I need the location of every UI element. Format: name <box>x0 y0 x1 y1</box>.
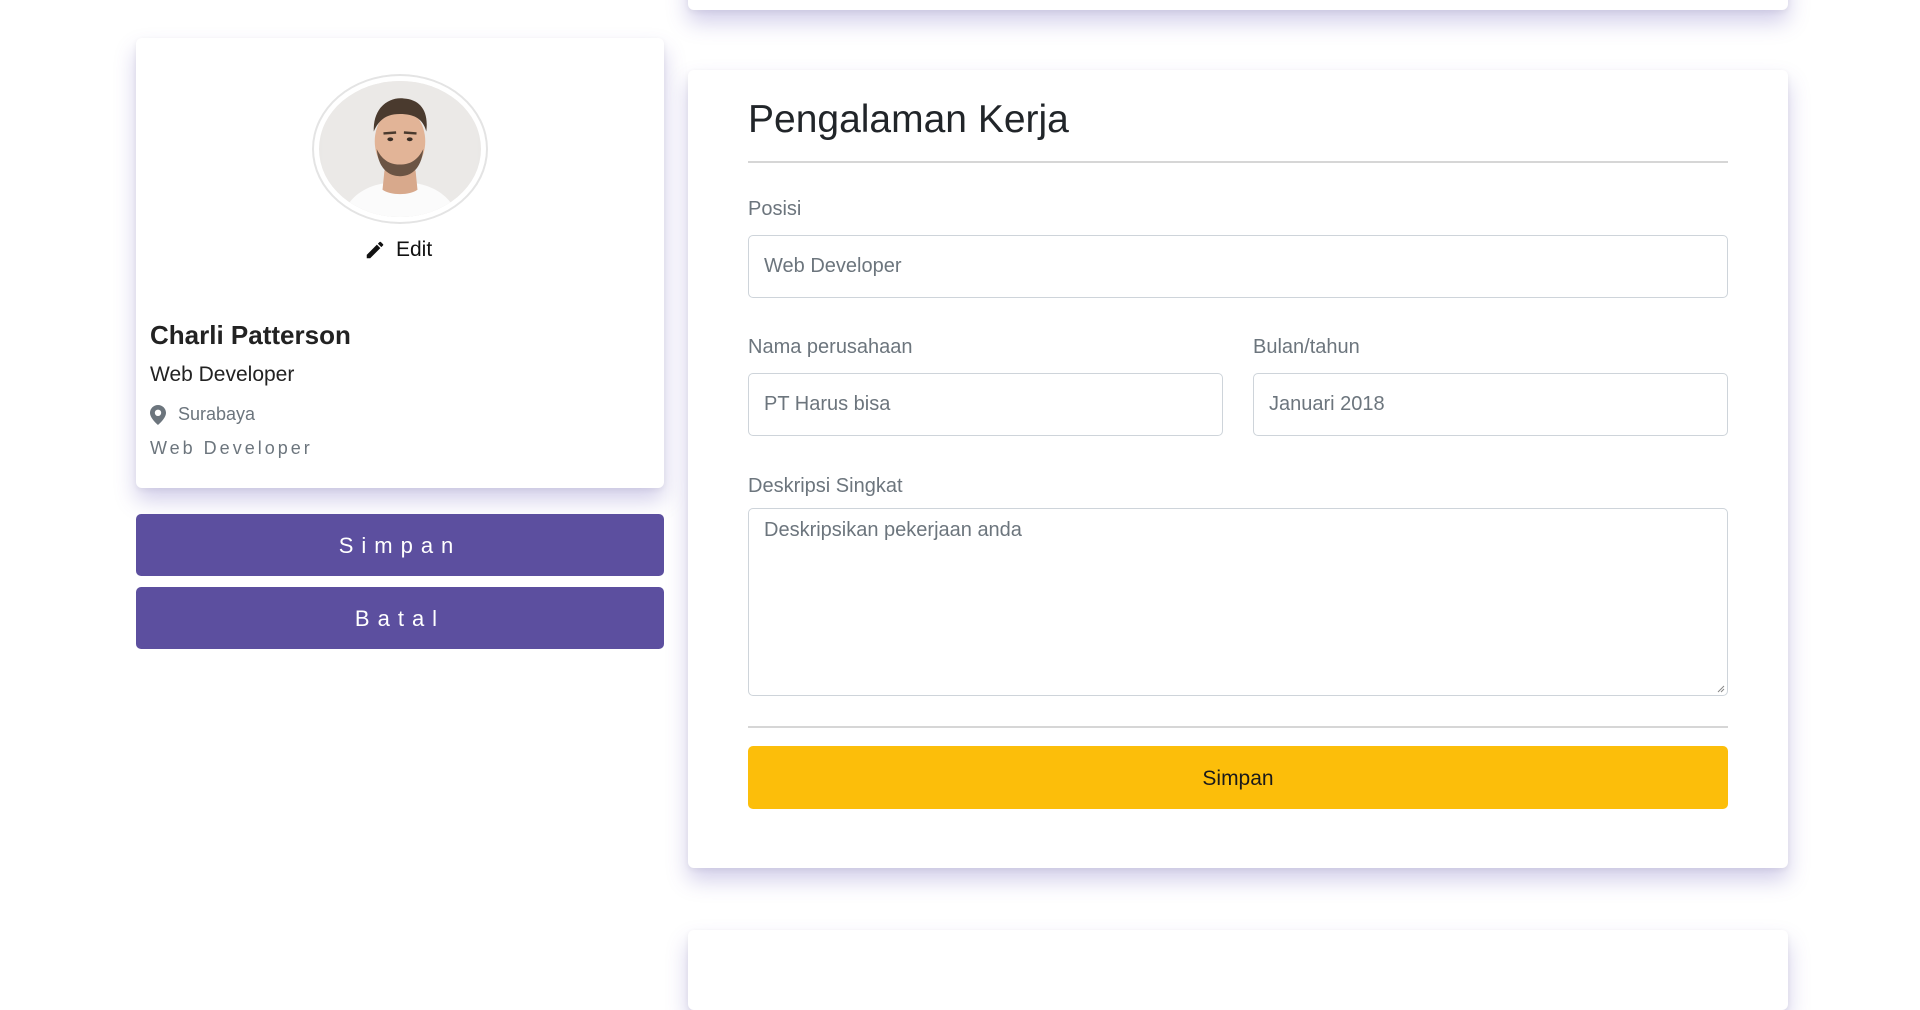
edit-avatar-link[interactable]: Edit <box>364 238 432 262</box>
section-title: Pengalaman Kerja <box>748 98 1069 141</box>
cancel-button[interactable]: Batal <box>136 587 664 649</box>
profile-location: Surabaya <box>150 404 255 425</box>
position-input[interactable]: Web Developer <box>748 235 1728 298</box>
position-label: Posisi <box>748 198 802 220</box>
avatar <box>319 81 481 217</box>
profile-card: Edit Charli Patterson Web Developer Sura… <box>136 38 664 488</box>
next-card <box>688 930 1788 1010</box>
company-label: Nama perusahaan <box>748 336 913 358</box>
resize-grip-icon[interactable] <box>1715 683 1725 693</box>
date-label: Bulan/tahun <box>1253 336 1360 358</box>
date-input[interactable]: Januari 2018 <box>1253 373 1728 436</box>
edit-label: Edit <box>396 238 433 261</box>
location-text: Surabaya <box>178 404 256 424</box>
previous-card <box>688 0 1788 10</box>
pencil-icon <box>366 241 384 259</box>
save-experience-button[interactable]: Simpan <box>748 746 1728 809</box>
description-textarea[interactable]: Deskripsikan pekerjaan anda <box>748 508 1728 696</box>
description-label: Deskripsi Singkat <box>748 475 903 497</box>
description-placeholder: Deskripsikan pekerjaan anda <box>764 519 1022 541</box>
profile-tagline: Web Developer <box>150 438 313 458</box>
title-divider <box>748 161 1728 163</box>
company-input[interactable]: PT Harus bisa <box>748 373 1223 436</box>
profile-role: Web Developer <box>150 363 295 386</box>
save-button[interactable]: Simpan <box>136 514 664 576</box>
profile-name: Charli Patterson <box>150 320 351 350</box>
map-marker-icon <box>150 404 166 425</box>
work-experience-card: Pengalaman Kerja Posisi Web Developer Na… <box>688 70 1788 868</box>
avatar-frame <box>312 74 488 224</box>
form-divider <box>748 726 1728 728</box>
avatar-photo <box>322 81 478 217</box>
